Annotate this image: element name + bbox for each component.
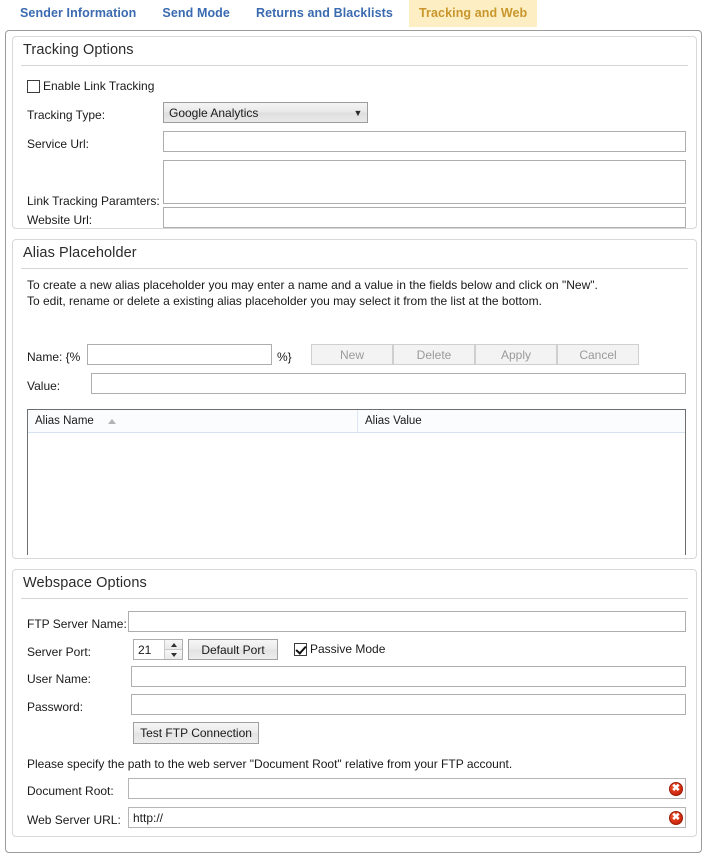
- webspace-options-title: Webspace Options: [23, 575, 147, 591]
- passive-mode-label: Passive Mode: [310, 642, 386, 656]
- alias-apply-button[interactable]: Apply: [475, 344, 557, 365]
- alias-name-suffix: %}: [277, 350, 292, 364]
- document-root-label: Document Root:: [27, 784, 114, 798]
- tracking-and-web-settings-page: Sender Information Send Mode Returns and…: [0, 0, 707, 859]
- webspace-options-group: Webspace Options FTP Server Name: Server…: [12, 569, 697, 837]
- tab-send-mode[interactable]: Send Mode: [152, 0, 240, 27]
- checkbox-box: [27, 79, 40, 93]
- website-url-input[interactable]: [163, 207, 686, 228]
- ftp-server-name-input[interactable]: [128, 611, 686, 632]
- tracking-options-divider: [21, 65, 688, 66]
- spinner-up-icon[interactable]: [165, 640, 182, 650]
- tab-returns-and-blacklists[interactable]: Returns and Blacklists: [246, 0, 403, 27]
- alias-placeholder-group: Alias Placeholder To create a new alias …: [12, 239, 697, 559]
- document-root-error-icon[interactable]: ✖: [669, 782, 683, 796]
- ftp-server-name-label: FTP Server Name:: [27, 617, 127, 631]
- alias-description-line-1: To create a new alias placeholder you ma…: [27, 278, 598, 292]
- spinner-down-icon[interactable]: [165, 650, 182, 659]
- alias-placeholder-divider: [21, 268, 688, 269]
- tab-sender-information[interactable]: Sender Information: [10, 0, 146, 27]
- alias-grid-header-value[interactable]: Alias Value: [358, 410, 685, 432]
- alias-placeholder-title: Alias Placeholder: [23, 245, 137, 261]
- user-name-label: User Name:: [27, 672, 92, 686]
- enable-link-tracking-checkbox[interactable]: Enable Link Tracking: [27, 79, 154, 93]
- default-port-button[interactable]: Default Port: [188, 639, 278, 660]
- checkbox-box: [294, 642, 307, 656]
- user-name-input[interactable]: [131, 666, 686, 687]
- tracking-options-group: Tracking Options Enable Link Tracking Tr…: [12, 36, 697, 229]
- webspace-options-divider: [21, 598, 688, 599]
- website-url-label: Website Url:: [27, 213, 93, 227]
- alias-new-button[interactable]: New: [311, 344, 393, 365]
- web-server-url-error-icon[interactable]: ✖: [669, 811, 683, 825]
- link-tracking-parameters-label: Link Tracking Paramters:: [27, 194, 160, 208]
- alias-grid-header-value-label: Alias Value: [365, 415, 422, 427]
- settings-content-frame: Tracking Options Enable Link Tracking Tr…: [5, 30, 702, 853]
- alias-name-label: Name: {%: [27, 350, 81, 364]
- service-url-label: Service Url:: [27, 137, 90, 151]
- alias-grid-header-row: Alias Name Alias Value: [28, 410, 685, 433]
- sort-ascending-icon: [107, 418, 116, 424]
- service-url-input[interactable]: [163, 131, 686, 152]
- alias-cancel-button[interactable]: Cancel: [557, 344, 639, 365]
- server-port-label: Server Port:: [27, 645, 92, 659]
- link-tracking-parameters-input[interactable]: [163, 160, 686, 204]
- web-server-url-input[interactable]: [128, 807, 686, 828]
- server-port-stepper[interactable]: 21: [133, 639, 183, 660]
- alias-description-line-2: To edit, rename or delete a existing ali…: [27, 294, 542, 308]
- passive-mode-checkbox[interactable]: Passive Mode: [294, 642, 385, 656]
- chevron-down-icon: ▼: [353, 107, 363, 118]
- alias-placeholder-grid[interactable]: Alias Name Alias Value: [27, 409, 686, 555]
- server-port-spin-buttons: [164, 640, 182, 659]
- tracking-type-select[interactable]: Google Analytics ▼: [163, 102, 368, 123]
- alias-value-input[interactable]: [91, 373, 686, 394]
- settings-tabbar: Sender Information Send Mode Returns and…: [0, 0, 707, 30]
- alias-value-label: Value:: [27, 379, 61, 393]
- web-server-url-label: Web Server URL:: [27, 813, 121, 827]
- alias-grid-body: [28, 433, 685, 555]
- tab-tracking-and-web[interactable]: Tracking and Web: [408, 0, 538, 27]
- document-root-note: Please specify the path to the web serve…: [27, 757, 513, 771]
- tracking-type-value: Google Analytics: [169, 105, 259, 120]
- tracking-type-label: Tracking Type:: [27, 108, 106, 122]
- alias-delete-button[interactable]: Delete: [393, 344, 475, 365]
- password-label: Password:: [27, 700, 84, 714]
- alias-grid-header-name[interactable]: Alias Name: [28, 410, 358, 432]
- test-ftp-connection-button[interactable]: Test FTP Connection: [133, 722, 259, 744]
- alias-grid-header-name-label: Alias Name: [35, 415, 94, 427]
- enable-link-tracking-label: Enable Link Tracking: [43, 79, 155, 93]
- alias-name-input[interactable]: [87, 344, 272, 365]
- document-root-input[interactable]: [128, 778, 686, 799]
- password-input[interactable]: [131, 694, 686, 715]
- tracking-options-title: Tracking Options: [23, 42, 134, 58]
- server-port-value: 21: [138, 642, 152, 657]
